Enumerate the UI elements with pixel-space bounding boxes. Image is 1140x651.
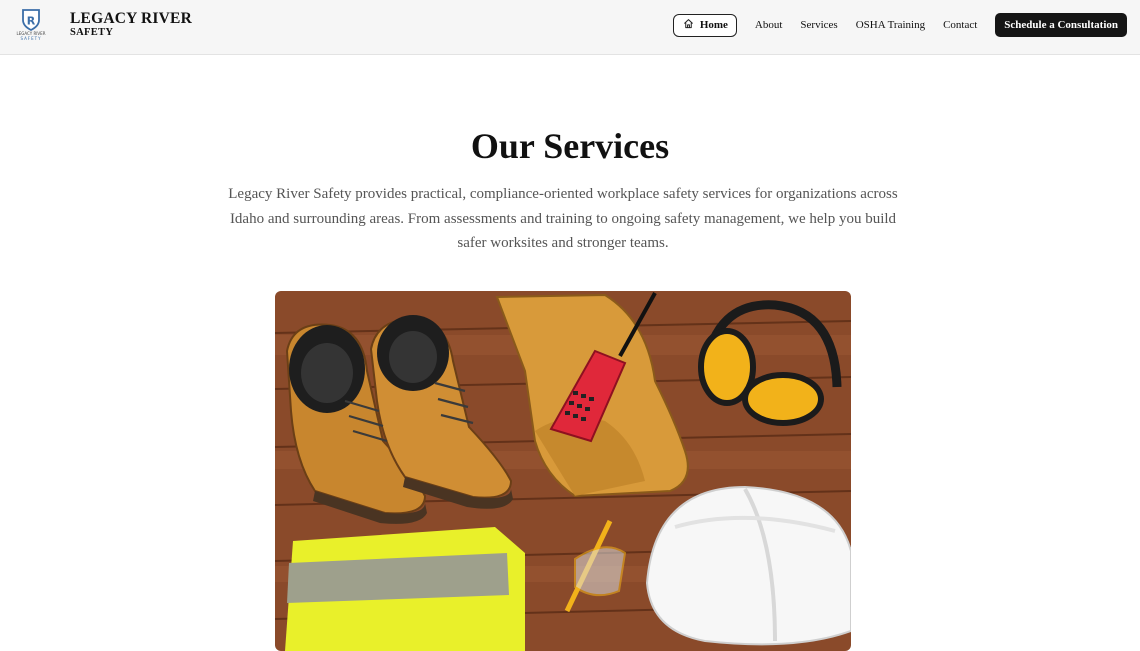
brand-line-1: LEGACY RIVER: [70, 10, 192, 27]
home-icon: [683, 18, 694, 32]
brand-name[interactable]: LEGACY RIVER SAFETY: [70, 11, 192, 38]
nav-about-link[interactable]: About: [755, 19, 783, 31]
main-nav: Home About Services OSHA Training Contac…: [672, 13, 1127, 37]
nav-home-label: Home: [699, 19, 728, 31]
hi-vis-vest: [285, 527, 525, 651]
page-title: Our Services: [470, 126, 670, 166]
site-header: R LEGACY RIVER SAFETY LEGACY RIVER SAFET…: [0, 0, 1140, 55]
logo-text-line2: SAFETY: [20, 36, 41, 41]
shield-r-logo-icon[interactable]: R LEGACY RIVER SAFETY: [14, 9, 48, 41]
hard-hat: [645, 485, 851, 646]
nav-home-button[interactable]: Home: [672, 13, 737, 37]
nav-services-link[interactable]: Services: [800, 19, 837, 31]
safety-gear-photo: [275, 291, 851, 651]
schedule-consultation-button[interactable]: Schedule a Consultation: [995, 13, 1127, 37]
nav-osha-training-link[interactable]: OSHA Training: [856, 19, 925, 31]
services-intro-text: Legacy River Safety provides practical, …: [228, 186, 898, 251]
nav-contact-link[interactable]: Contact: [943, 19, 977, 31]
brand-line-2: SAFETY: [70, 26, 114, 38]
svg-text:R: R: [27, 15, 36, 28]
